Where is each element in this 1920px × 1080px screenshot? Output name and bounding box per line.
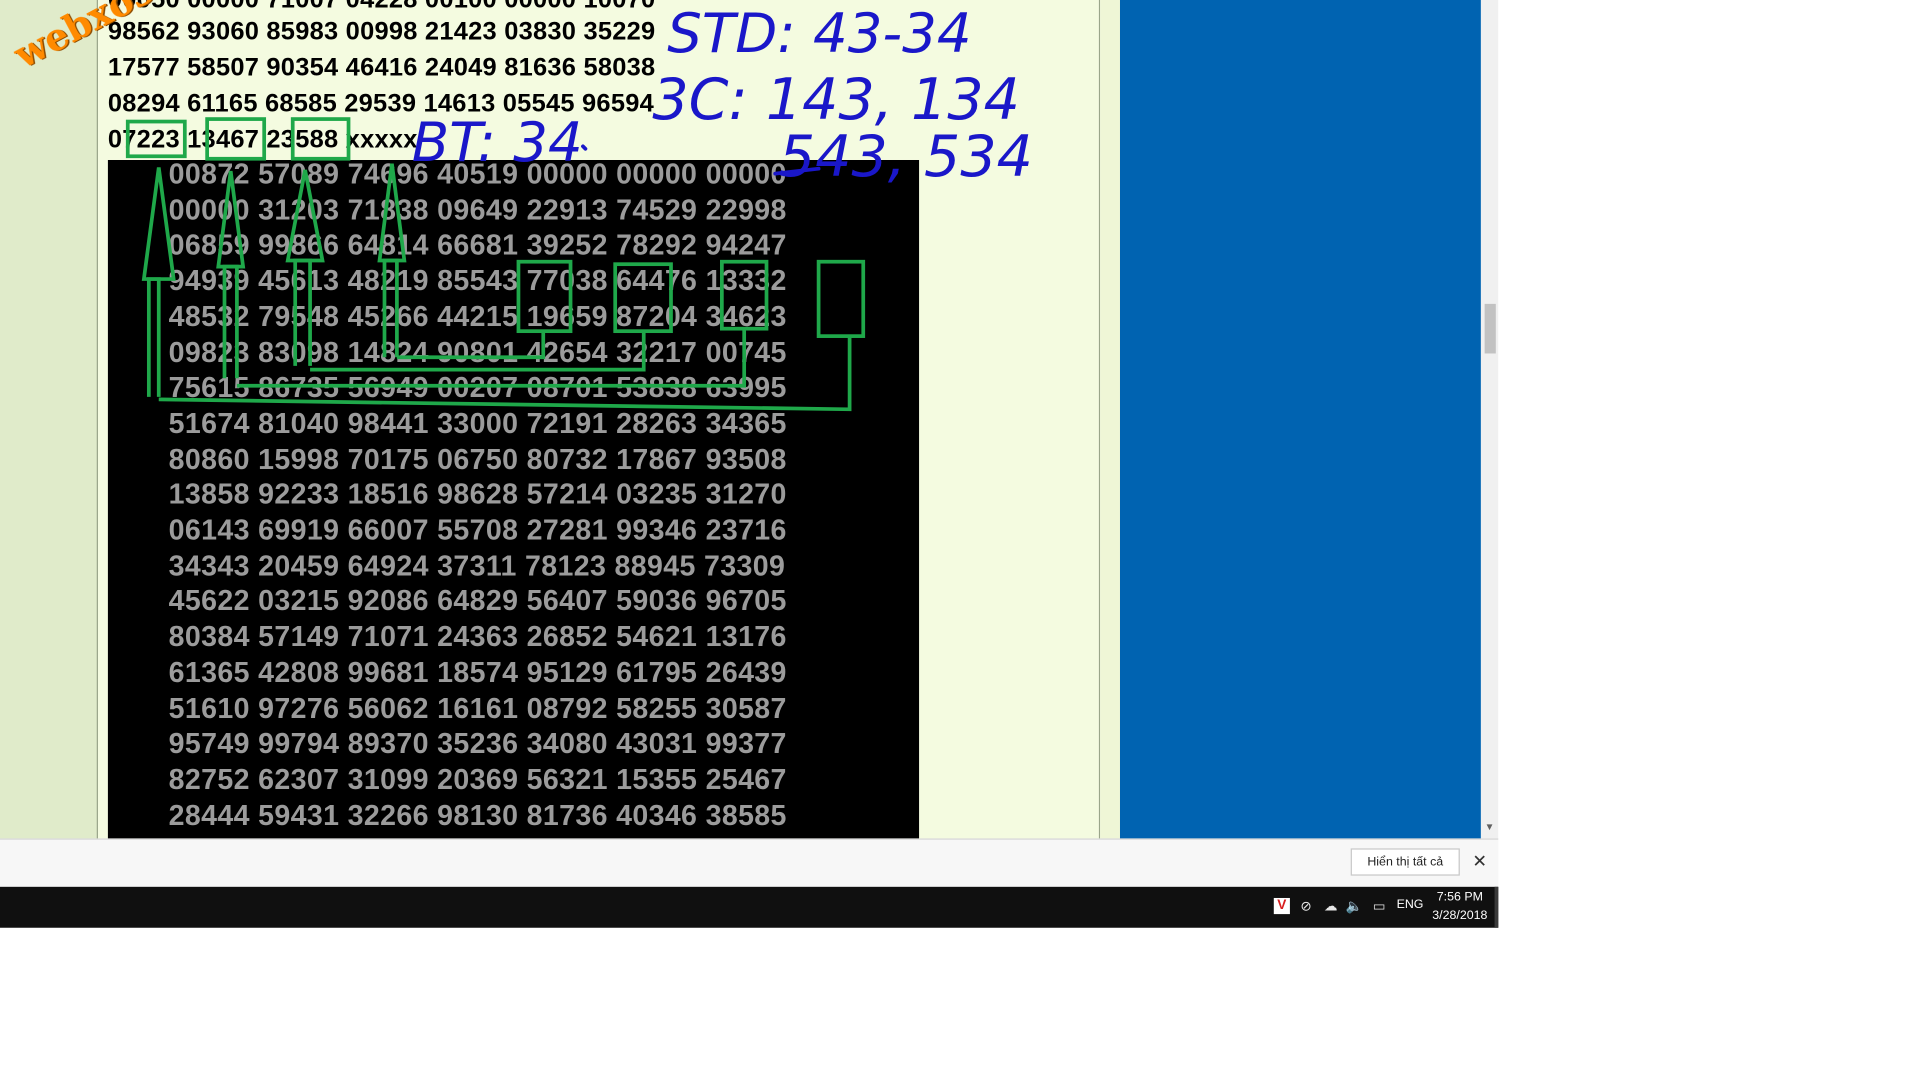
- clock-time[interactable]: 7:56 PM: [1426, 891, 1493, 905]
- arrow-shaft: [146, 277, 161, 397]
- highlight-box: [205, 117, 267, 161]
- volume-icon[interactable]: 🔈: [1346, 898, 1363, 915]
- annotation-std: STD: 43-34: [667, 1, 971, 65]
- display-icon[interactable]: ▭: [1371, 898, 1388, 915]
- show-all-button[interactable]: Hiển thị tất cả: [1350, 848, 1460, 876]
- download-bar: [0, 838, 1499, 887]
- arrow-head: [377, 163, 407, 263]
- ink-dot: [581, 144, 588, 151]
- connector-line: [310, 331, 646, 372]
- arrow-head: [216, 170, 246, 269]
- v-tray-icon[interactable]: V: [1273, 897, 1290, 915]
- highlight-box: [719, 259, 769, 331]
- highlight-box: [290, 117, 351, 161]
- annotation-bt: BT: 34: [412, 110, 583, 174]
- highlight-box: [816, 259, 866, 338]
- highlight-box: [613, 262, 673, 334]
- scene: ▼ 00050 00000 71007 04228 00100 00000 10…: [0, 0, 1920, 1080]
- arrow-shaft: [293, 258, 312, 366]
- show-desktop-button[interactable]: [1494, 886, 1499, 928]
- cloud-sync-icon[interactable]: ☁: [1322, 898, 1339, 915]
- highlight-box: [516, 259, 573, 334]
- arrow-shaft: [222, 264, 239, 379]
- arrow-shaft: [382, 258, 399, 358]
- network-off-icon[interactable]: ⊘: [1297, 898, 1314, 915]
- annotation-3c-alt: 543, 534: [779, 124, 1033, 190]
- arrow-head: [285, 169, 325, 263]
- screenshot-stage: ▼ 00050 00000 71007 04228 00100 00000 10…: [0, 0, 1920, 1080]
- language-indicator[interactable]: ENG: [1397, 898, 1424, 912]
- clock-date[interactable]: 3/28/2018: [1426, 909, 1493, 923]
- arrow-head: [141, 167, 176, 281]
- close-icon[interactable]: ✕: [1470, 850, 1490, 872]
- connector-line: [396, 331, 546, 360]
- highlight-box: [125, 119, 187, 159]
